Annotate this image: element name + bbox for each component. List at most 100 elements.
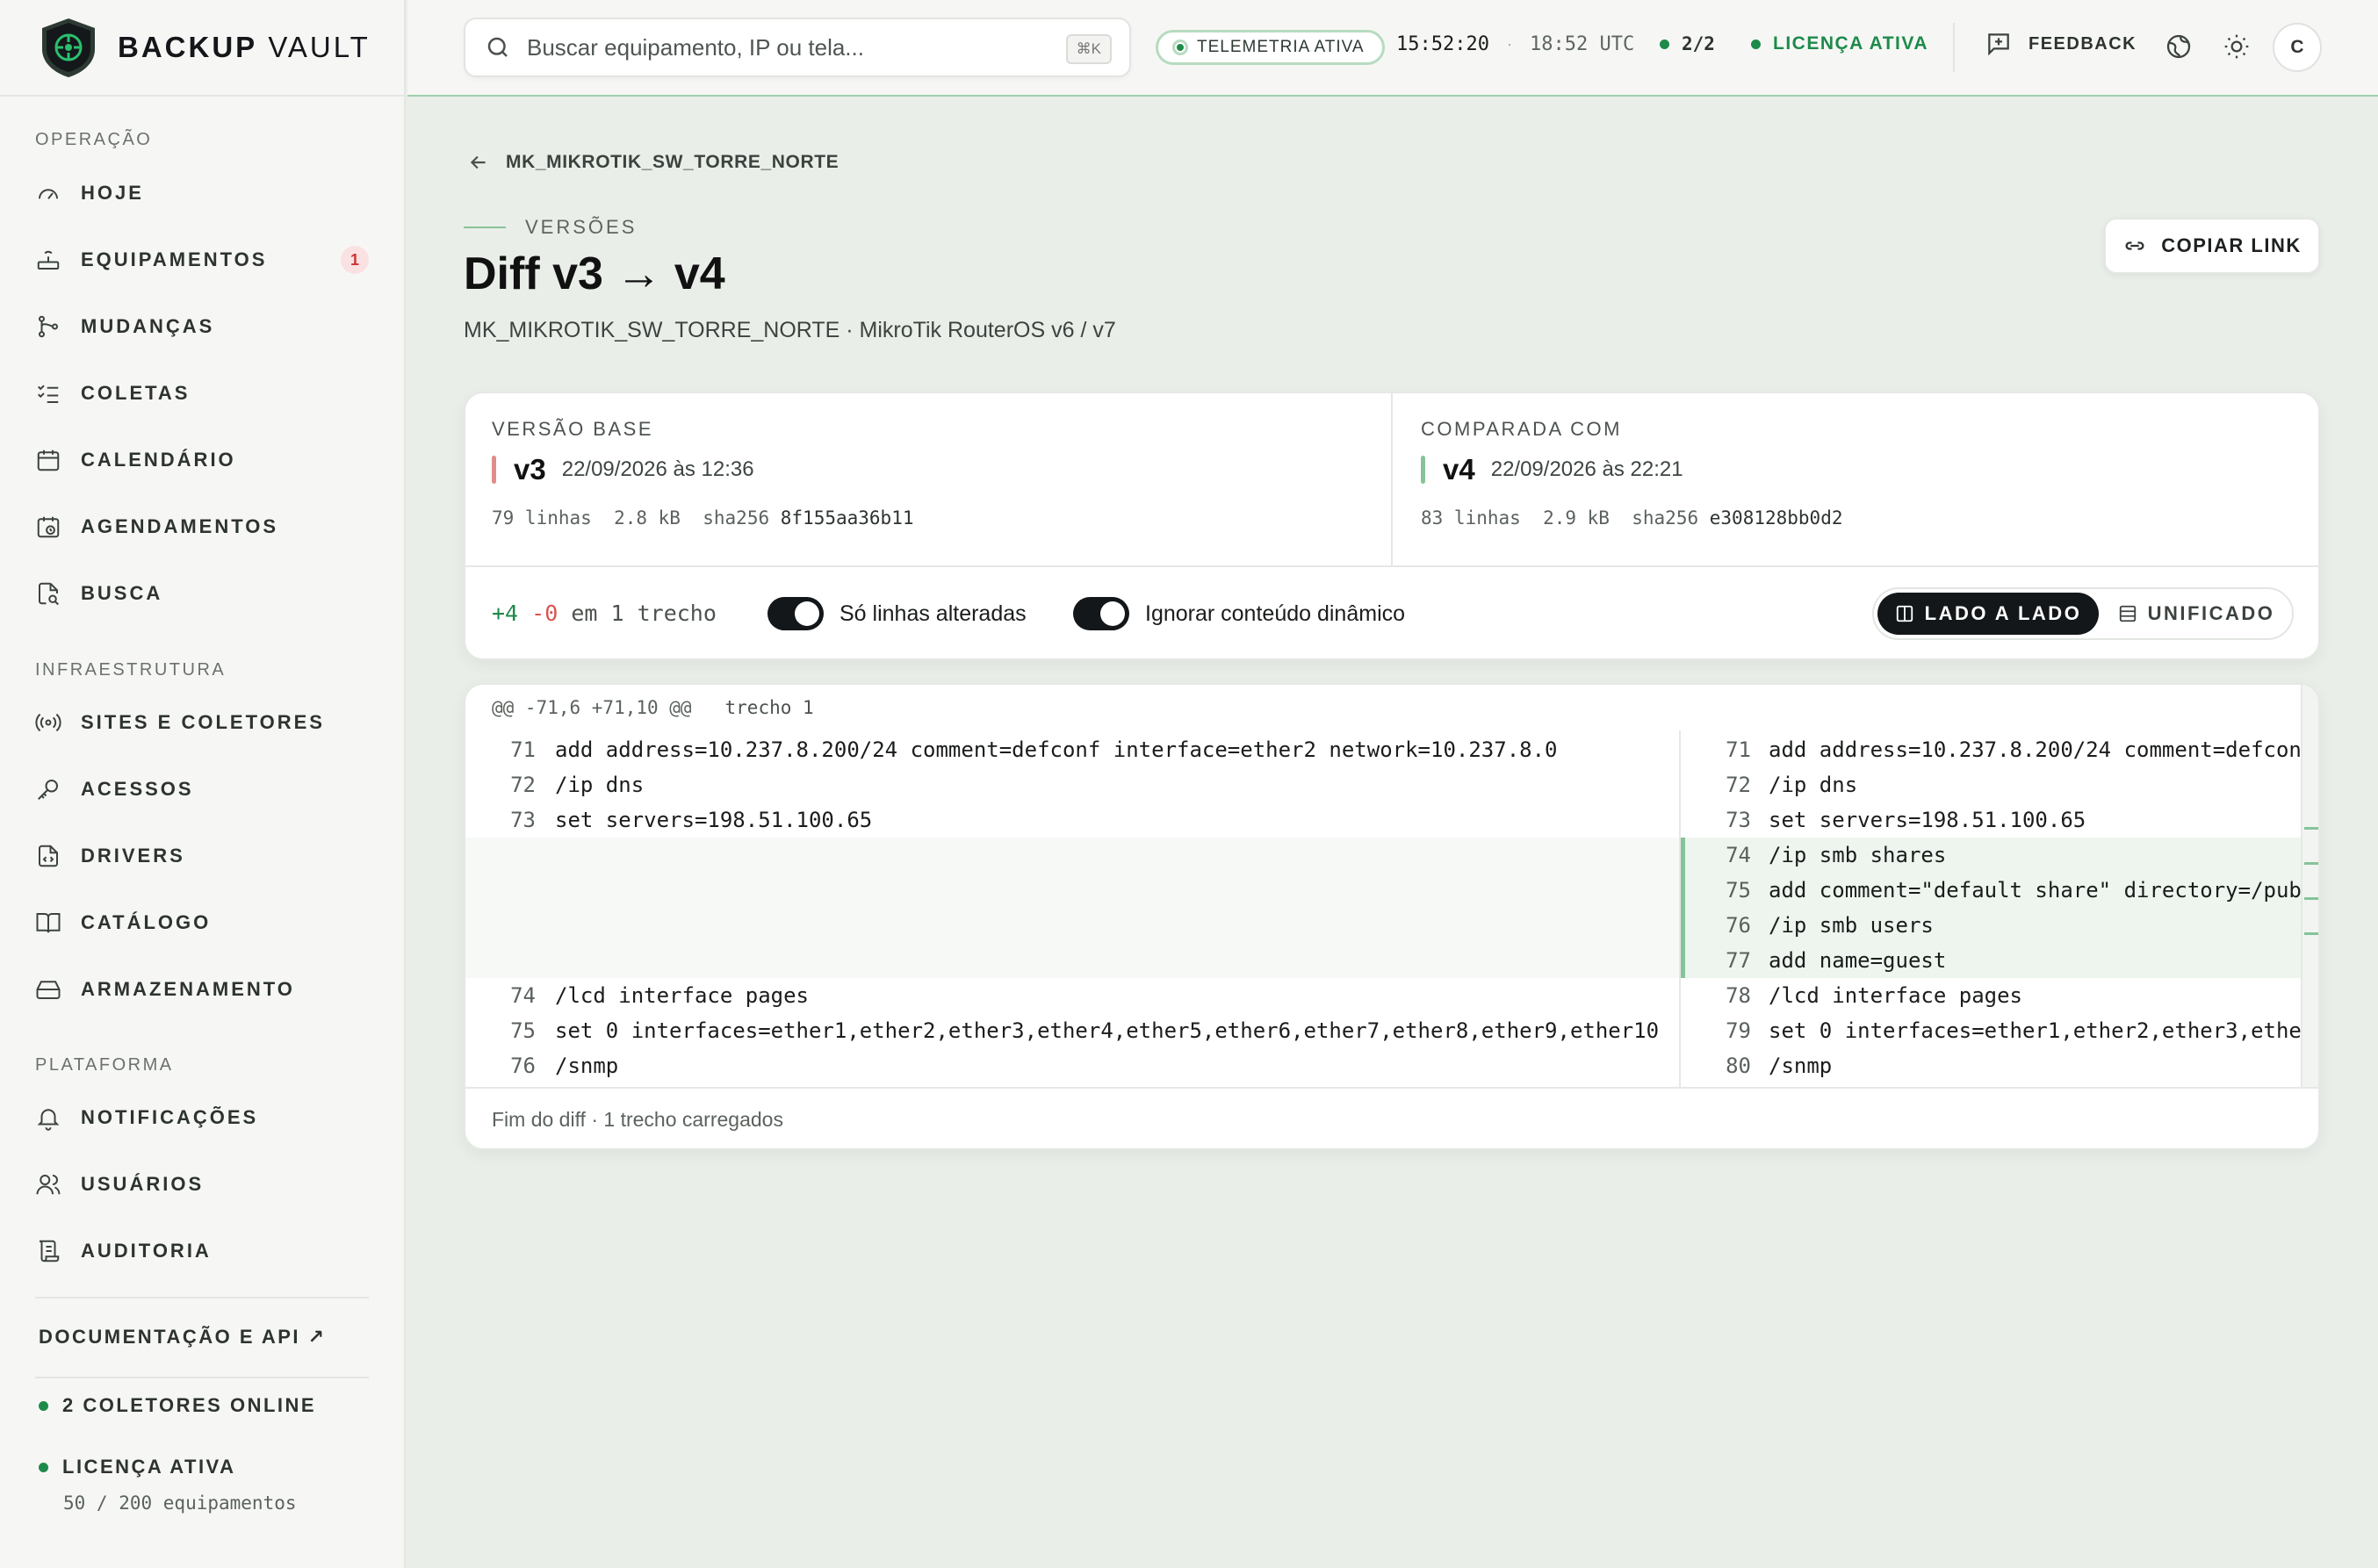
hard-drive-icon — [36, 981, 61, 999]
brand[interactable]: BACKUP VAULT — [0, 0, 404, 97]
nav-item-hoje[interactable]: HOJE — [35, 169, 369, 218]
compare-version-label: COMPARADA COM — [1421, 418, 1622, 440]
sidebar-divider — [35, 1297, 369, 1298]
nav-item-equipamentos[interactable]: EQUIPAMENTOS 1 — [35, 235, 369, 284]
minimap-mark — [2304, 862, 2318, 865]
diff-line-added: add name=guest — [1769, 948, 1947, 973]
nav-item-sites-coletores[interactable]: SITES E COLETORES — [35, 698, 369, 747]
license-status: LICENÇA ATIVA — [39, 1456, 236, 1478]
feedback-button[interactable]: FEEDBACK — [1985, 30, 2137, 58]
nav-item-drivers[interactable]: DRIVERS — [35, 831, 369, 881]
line-number: 75 — [510, 1018, 536, 1043]
breadcrumb-back[interactable]: MK_MIKROTIK_SW_TORRE_NORTE — [467, 151, 839, 174]
search-box[interactable]: ⌘K — [464, 18, 1131, 77]
diff-line: add address=10.237.8.200/24 comment=defc… — [555, 737, 1558, 762]
diff-controls: +4 -0 em 1 trecho Só linhas alteradas Ig… — [465, 567, 2318, 660]
file-code-icon — [39, 845, 58, 867]
right-pane: 71 add address=10.237.8.200/24 comment=d… — [1681, 685, 2306, 1089]
line-number: 75 — [1726, 878, 1751, 903]
vault-logo-icon — [42, 18, 95, 77]
diff-footer: Fim do diff · 1 trecho carregados — [492, 1108, 783, 1131]
user-avatar[interactable]: C — [2273, 23, 2322, 72]
line-number: 71 — [510, 737, 536, 762]
topbar: ⌘K TELEMETRIA ATIVA 15:52:20 · 18:52 UTC… — [407, 0, 2378, 97]
collectors-count: 2/2 — [1660, 33, 1715, 54]
topbar-divider — [1953, 23, 1955, 72]
diff-line: /lcd interface pages — [1769, 983, 2022, 1008]
compare-version: COMPARADA COM v4 22/09/2026 às 22:21 83 … — [1394, 393, 2322, 565]
diff-card: @@ -71,6 +71,10 @@ trecho 1 71 add addre… — [464, 683, 2320, 1150]
diff-line: /lcd interface pages — [555, 983, 809, 1008]
collectors-dot-icon — [1660, 39, 1669, 49]
local-time: 15:52:20 — [1396, 33, 1489, 55]
line-number: 77 — [1726, 948, 1751, 973]
telemetry-dot-icon — [1172, 40, 1188, 55]
nav-item-auditoria[interactable]: AUDITORIA — [35, 1226, 369, 1276]
nav-item-armazenamento[interactable]: ARMAZENAMENTO — [35, 965, 369, 1014]
added-marker — [1421, 456, 1425, 484]
users-icon — [36, 1175, 61, 1195]
gauge-icon — [39, 189, 58, 199]
nav-section-infraestrutura: INFRAESTRUTURA — [35, 660, 227, 680]
nav-item-acessos[interactable]: ACESSOS — [35, 765, 369, 814]
base-version-label: VERSÃO BASE — [492, 418, 654, 440]
nav-section-operacao: OPERAÇÃO — [35, 130, 153, 149]
nav-item-calendario[interactable]: CALENDÁRIO — [35, 435, 369, 485]
license-indicator: LICENÇA ATIVA — [1751, 33, 1928, 54]
nav-item-usuarios[interactable]: USUÁRIOS — [35, 1160, 369, 1209]
diff-footer-divider — [465, 1087, 2318, 1089]
side-by-side-button[interactable]: LADO A LADO — [1877, 593, 2099, 635]
ignore-dynamic-toggle[interactable]: Ignorar conteúdo dinâmico — [1073, 597, 1405, 630]
nav-item-catalogo[interactable]: CATÁLOGO — [35, 898, 369, 947]
toggle-switch[interactable] — [1073, 597, 1129, 630]
columns-icon — [1896, 605, 1913, 622]
diff-line: /ip dns — [1769, 773, 1858, 797]
diff-minimap[interactable] — [2301, 685, 2318, 1087]
online-dot-icon — [39, 1400, 48, 1411]
only-changed-toggle[interactable]: Só linhas alteradas — [767, 597, 1027, 630]
line-number: 76 — [510, 1054, 536, 1078]
sun-icon — [2224, 34, 2249, 59]
utc-time: 18:52 UTC — [1530, 33, 1635, 55]
unified-button[interactable]: UNIFICADO — [2102, 593, 2290, 635]
search-input[interactable] — [527, 33, 1036, 61]
line-number: 79 — [1726, 1018, 1751, 1043]
diff-line-added: /ip smb users — [1769, 913, 1934, 938]
toggle-switch[interactable] — [767, 597, 824, 630]
left-pane: 71 add address=10.237.8.200/24 comment=d… — [465, 685, 1679, 1089]
removed-marker — [492, 456, 496, 484]
nav-item-busca[interactable]: BUSCA — [35, 569, 369, 618]
nav-item-mudancas[interactable]: MUDANÇAS — [35, 302, 369, 351]
line-number: 73 — [510, 808, 536, 832]
nav-item-notificacoes[interactable]: NOTIFICAÇÕES — [35, 1093, 369, 1142]
scroll-icon — [39, 1240, 60, 1262]
minimap-mark — [2304, 932, 2318, 935]
line-number: 71 — [1726, 737, 1751, 762]
telemetry-status[interactable]: TELEMETRIA ATIVA — [1156, 30, 1385, 65]
globe-icon — [2166, 34, 2191, 59]
nav-item-agendamentos[interactable]: AGENDAMENTOS — [35, 502, 369, 551]
line-number: 76 — [1726, 913, 1751, 938]
minimap-mark — [2304, 897, 2318, 900]
base-version-name: v3 22/09/2026 às 12:36 — [492, 453, 754, 486]
view-mode-switch: LADO A LADO UNIFICADO — [1872, 587, 2294, 640]
file-search-icon — [39, 582, 59, 606]
line-number: 74 — [510, 983, 536, 1008]
calendar-clock-icon — [37, 516, 60, 538]
copy-link-button[interactable]: COPIAR LINK — [2104, 218, 2320, 274]
nav-item-coletas[interactable]: COLETAS — [35, 369, 369, 418]
router-icon — [37, 250, 60, 270]
versions-card: VERSÃO BASE v3 22/09/2026 às 12:36 79 li… — [464, 392, 2320, 660]
language-button[interactable] — [2153, 21, 2204, 72]
theme-toggle-button[interactable] — [2211, 21, 2262, 72]
checklist-icon — [38, 385, 59, 403]
docs-api-link[interactable]: DOCUMENTAÇÃO E API ↗ — [39, 1326, 327, 1349]
diff-line: set servers=198.51.100.65 — [1769, 808, 2086, 832]
compare-version-meta: 83 linhas 2.9 kB sha256 e308128bb0d2 — [1421, 507, 1843, 529]
page-eyebrow: VERSÕES — [464, 216, 637, 239]
line-number: 72 — [1726, 773, 1751, 797]
book-icon — [36, 913, 61, 933]
line-number: 73 — [1726, 808, 1751, 832]
sidebar: BACKUP VAULT OPERAÇÃO HOJE EQUIPAMENTOS … — [0, 0, 406, 1568]
arrow-left-icon — [470, 155, 486, 169]
